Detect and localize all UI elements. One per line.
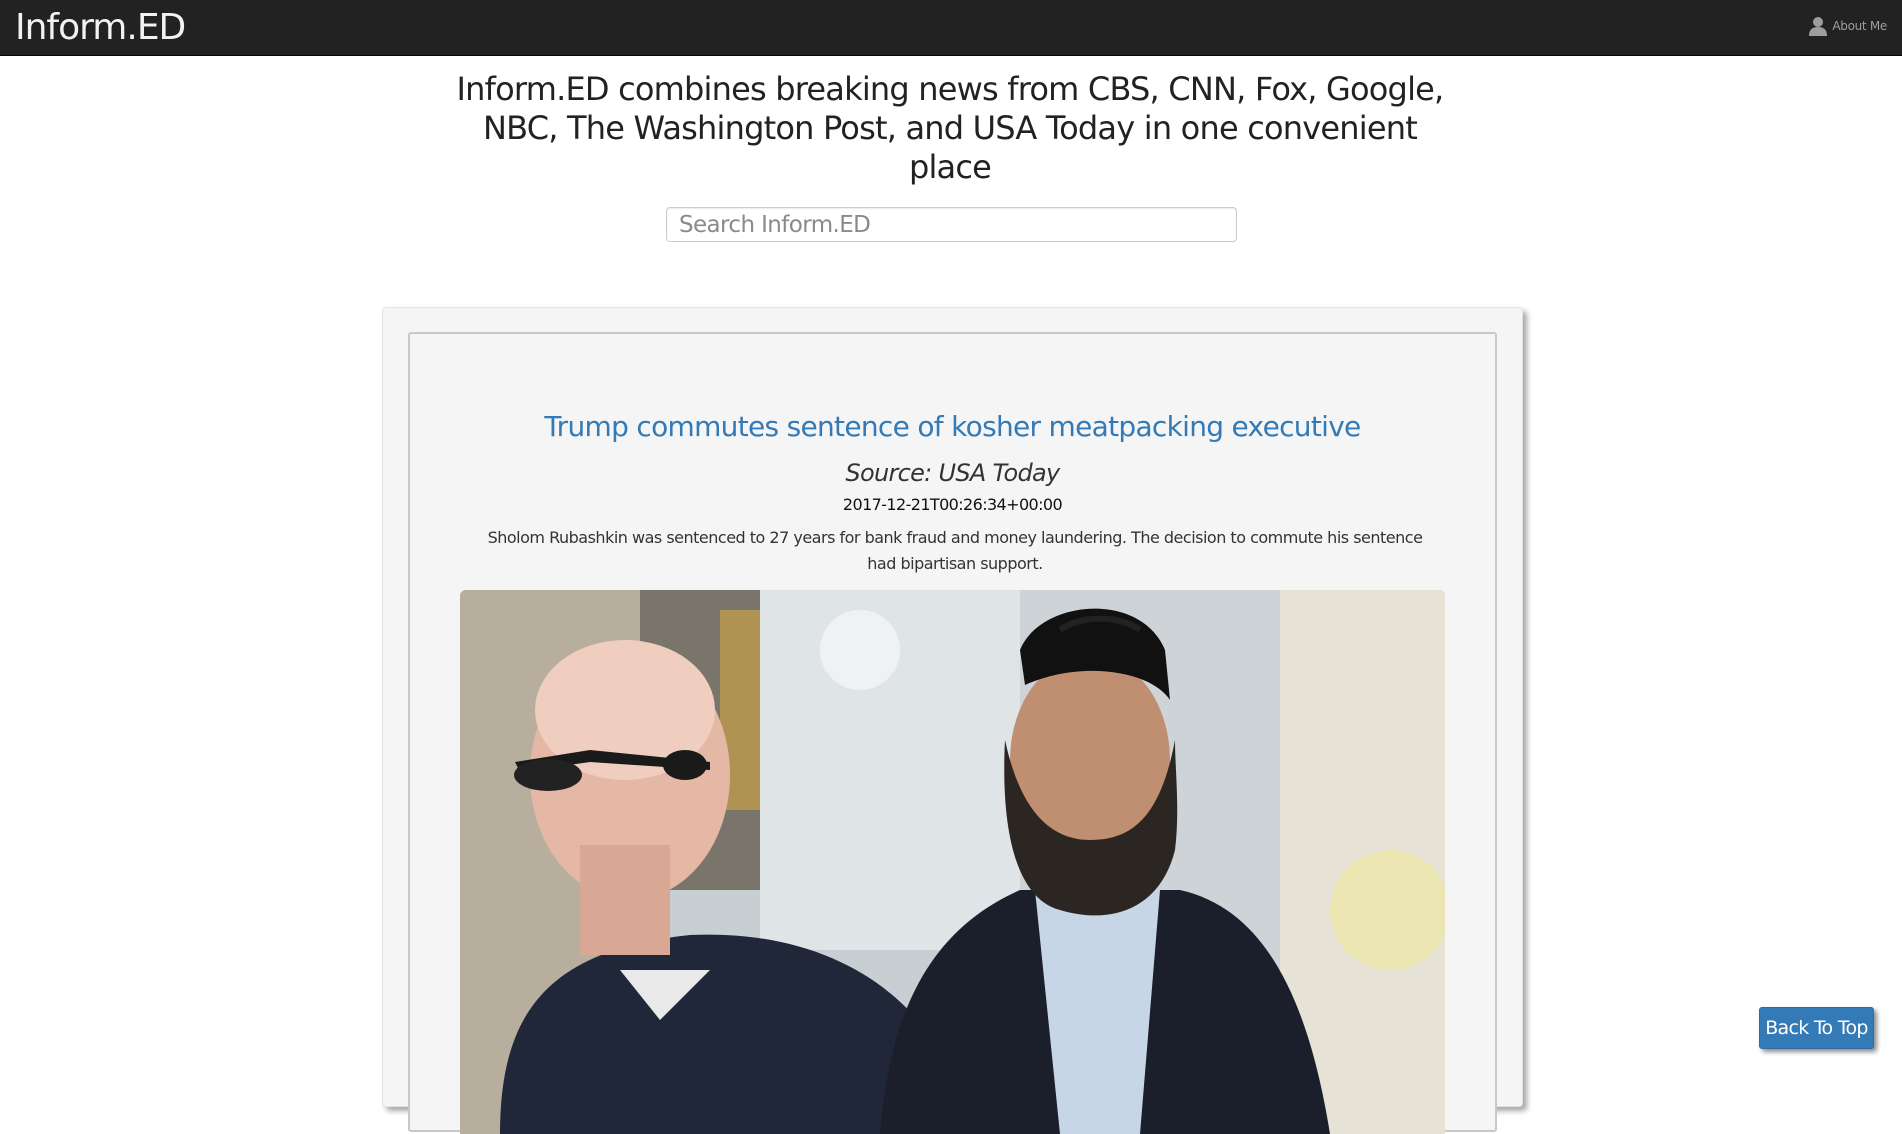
top-navbar: Inform.ED About Me — [0, 0, 1902, 56]
article-description: Sholom Rubashkin was sentenced to 27 yea… — [487, 528, 1423, 573]
news-feed-panel: Trump commutes sentence of kosher meatpa… — [382, 307, 1523, 1134]
article-source: Source: USA Today — [845, 459, 1060, 487]
user-icon — [1808, 16, 1828, 36]
article-title-link[interactable]: Trump commutes sentence of kosher meatpa… — [410, 409, 1495, 445]
brand-logo-link[interactable]: Inform.ED — [15, 6, 186, 50]
article-date: 2017-12-21T00:26:34+00:00 — [842, 495, 1063, 514]
back-to-top-button[interactable]: Back To Top — [1759, 1007, 1874, 1049]
search-input[interactable] — [666, 207, 1237, 242]
article-image — [460, 590, 1445, 1134]
about-me-link[interactable]: About Me — [1808, 16, 1887, 36]
site-tagline: Inform.ED combines breaking news from CB… — [456, 70, 1445, 186]
about-me-label: About Me — [1832, 19, 1887, 33]
article-card: Trump commutes sentence of kosher meatpa… — [408, 332, 1497, 1134]
